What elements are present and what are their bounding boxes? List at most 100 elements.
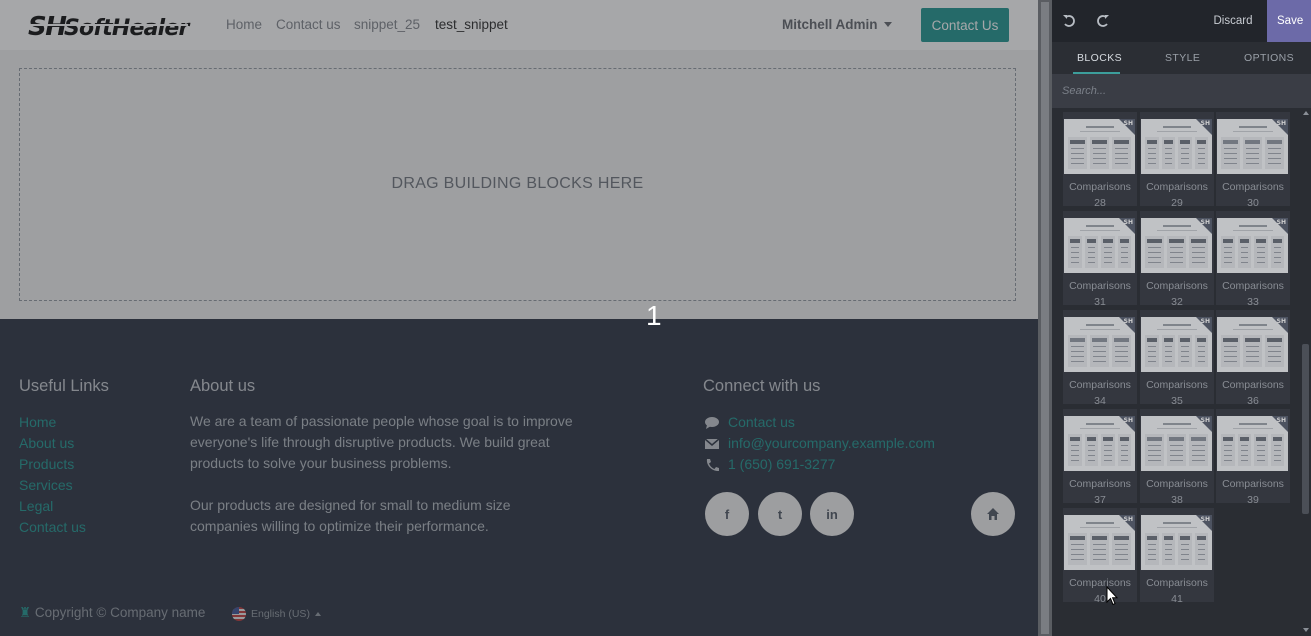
snippet-block[interactable]: SH Comparisons 40 [1063, 508, 1137, 605]
drag-drop-zone[interactable]: DRAG BUILDING BLOCKS HERE [19, 68, 1016, 301]
home-icon [987, 508, 999, 520]
blocks-scrollbar-thumb[interactable] [1302, 344, 1309, 514]
snippet-block-name: Comparisons [1146, 280, 1208, 292]
snippet-thumbnail: SH [1141, 317, 1212, 372]
snippet-block[interactable]: SH Comparisons 29 [1140, 112, 1214, 209]
footer-link-products[interactable]: Products [19, 456, 74, 472]
site-scrollbar-thumb[interactable] [1041, 2, 1049, 634]
tab-style[interactable]: STYLE [1165, 52, 1200, 64]
footer-link-legal[interactable]: Legal [19, 498, 53, 514]
scroll-up-arrow-icon[interactable] [1303, 111, 1309, 115]
tab-options[interactable]: OPTIONS [1244, 52, 1294, 64]
about-text-line-2: everyone's life through disruptive produ… [190, 434, 550, 450]
snippet-block[interactable]: SH Comparisons 35 [1140, 310, 1214, 407]
snippet-block-number: 37 [1094, 494, 1106, 506]
snippet-block-label: Comparisons 31 [1063, 278, 1137, 310]
nav-link-contact[interactable]: Contact us [276, 17, 341, 32]
redo-icon[interactable] [1095, 13, 1111, 29]
snippet-block[interactable]: SH Comparisons 36 [1216, 310, 1290, 407]
snippet-block[interactable]: SH Comparisons 38 [1140, 409, 1214, 506]
snippet-block[interactable]: SH Comparisons 31 [1063, 211, 1137, 308]
snippet-block[interactable]: SH Comparisons 30 [1216, 112, 1290, 209]
snippet-block-label: Comparisons 40 [1063, 575, 1137, 607]
snippet-thumbnail: SH [1141, 515, 1212, 570]
footer-link-contact[interactable]: Contact us [19, 519, 86, 535]
snippet-block-label: Comparisons 38 [1140, 476, 1214, 508]
snippet-block-number: 41 [1171, 593, 1183, 605]
snippet-block-label: Comparisons 32 [1140, 278, 1214, 310]
snippet-block[interactable]: SH Comparisons 37 [1063, 409, 1137, 506]
snippet-thumbnail: SH [1217, 416, 1288, 471]
comment-icon [705, 417, 719, 429]
undo-icon[interactable] [1061, 13, 1077, 29]
us-flag-icon [232, 607, 246, 621]
footer-link-services[interactable]: Services [19, 477, 73, 493]
website-canvas: SH SoftHealer Home Contact us snippet_25… [0, 0, 1038, 636]
snippet-block[interactable]: SH Comparisons 32 [1140, 211, 1214, 308]
twitter-button[interactable]: t [758, 492, 802, 536]
language-selector[interactable]: English (US) [232, 607, 321, 621]
snippet-thumbnail: SH [1217, 317, 1288, 372]
block-search-input[interactable] [1062, 83, 1292, 99]
snippet-block[interactable]: SH Comparisons 34 [1063, 310, 1137, 407]
language-label: English (US) [251, 608, 310, 620]
linkedin-button[interactable]: in [810, 492, 854, 536]
discard-button[interactable]: Discard [1203, 0, 1263, 42]
snippet-block-name: Comparisons [1146, 181, 1208, 193]
svg-text:SH: SH [28, 12, 67, 41]
contact-us-button[interactable]: Contact Us [921, 8, 1009, 42]
site-scrollbar[interactable] [1038, 0, 1052, 636]
snippet-block[interactable]: SH Comparisons 33 [1216, 211, 1290, 308]
snippet-block-label: Comparisons 30 [1216, 179, 1290, 211]
snippet-block[interactable]: SH Comparisons 41 [1140, 508, 1214, 605]
mouse-pointer-icon [1106, 586, 1118, 606]
save-button[interactable]: Save [1267, 0, 1311, 42]
connect-contact-link[interactable]: Contact us [728, 414, 795, 430]
snippet-thumbnail: SH [1217, 119, 1288, 174]
snippet-block-number: 31 [1094, 296, 1106, 308]
softhealer-logo[interactable]: SH SoftHealer [28, 11, 198, 41]
snippet-block-label: Comparisons 36 [1216, 377, 1290, 409]
copyright-icon: ♜ [19, 605, 35, 620]
snippet-block[interactable]: SH Comparisons 39 [1216, 409, 1290, 506]
caret-up-icon [314, 612, 321, 616]
email-link[interactable]: info@yourcompany.example.com [728, 435, 935, 451]
snippet-block-label: Comparisons 35 [1140, 377, 1214, 409]
snippet-block-name: Comparisons [1069, 181, 1131, 193]
facebook-icon: f [724, 506, 730, 522]
phone-link[interactable]: 1 (650) 691-3277 [728, 456, 835, 472]
site-footer: Useful Links Home About us Products Serv… [0, 319, 1038, 636]
snippet-thumbnail: SH [1141, 416, 1212, 471]
snippet-thumbnail: SH [1141, 119, 1212, 174]
nav-link-test-snippet[interactable]: test_snippet [435, 17, 508, 32]
home-button[interactable] [971, 492, 1015, 536]
snippet-block-name: Comparisons [1222, 478, 1284, 490]
block-search-bar [1052, 74, 1311, 108]
tab-blocks[interactable]: BLOCKS [1077, 52, 1122, 64]
useful-links-heading: Useful Links [19, 377, 109, 395]
svg-text:SoftHealer: SoftHealer [64, 16, 190, 41]
snippet-block-number: 35 [1171, 395, 1183, 407]
snippet-block-name: Comparisons [1146, 379, 1208, 391]
envelope-icon [704, 438, 720, 449]
linkedin-icon: in [826, 506, 838, 522]
editor-tabs: BLOCKS STYLE OPTIONS [1052, 42, 1311, 74]
user-menu-dropdown[interactable]: Mitchell Admin [782, 17, 892, 32]
snippet-block-number: 29 [1171, 197, 1183, 209]
snippet-block[interactable]: SH Comparisons 28 [1063, 112, 1137, 209]
snippet-block-label: Comparisons 28 [1063, 179, 1137, 211]
nav-link-home[interactable]: Home [226, 17, 262, 32]
scroll-down-arrow-icon[interactable] [1303, 628, 1309, 632]
blocks-scrollbar[interactable] [1300, 108, 1311, 636]
nav-link-snippet-25[interactable]: snippet_25 [354, 17, 420, 32]
caret-down-icon [883, 22, 892, 27]
footer-link-about[interactable]: About us [19, 435, 74, 451]
snippet-block-label: Comparisons 33 [1216, 278, 1290, 310]
snippet-block-number: 33 [1247, 296, 1259, 308]
facebook-button[interactable]: f [705, 492, 749, 536]
snippet-block-number: 38 [1171, 494, 1183, 506]
snippet-block-name: Comparisons [1069, 379, 1131, 391]
snippet-block-name: Comparisons [1069, 577, 1131, 589]
page-number: 1 [646, 300, 662, 331]
footer-link-home[interactable]: Home [19, 414, 56, 430]
